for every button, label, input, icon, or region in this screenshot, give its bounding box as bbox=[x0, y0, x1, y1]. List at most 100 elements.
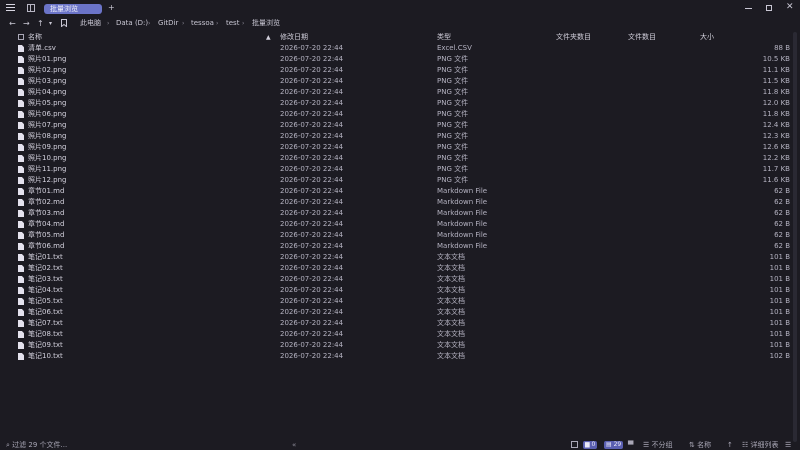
file-row[interactable]: 照片02.png 2026-07-20 22:44 PNG 文件 11.1 KB bbox=[0, 65, 790, 76]
add-tab-button[interactable]: + bbox=[108, 3, 115, 12]
breadcrumb-current-folder[interactable]: 批量浏览 bbox=[252, 17, 280, 30]
column-header-file-count[interactable]: 文件数目 bbox=[628, 32, 656, 43]
breadcrumb-tessoa[interactable]: tessoa bbox=[191, 17, 214, 30]
column-header-folder-count[interactable]: 文件夹数目 bbox=[556, 32, 591, 43]
back-arrow-icon[interactable]: ← bbox=[9, 17, 16, 30]
file-type: 文本文档 bbox=[437, 286, 465, 294]
file-row[interactable]: 章节04.md 2026-07-20 22:44 Markdown File 62 B bbox=[0, 219, 790, 230]
file-type: PNG 文件 bbox=[437, 55, 469, 63]
column-header-modified[interactable]: 修改日期 bbox=[280, 32, 308, 43]
close-button[interactable]: ✕ bbox=[786, 2, 794, 12]
file-row[interactable]: 照片03.png 2026-07-20 22:44 PNG 文件 11.5 KB bbox=[0, 76, 790, 87]
select-all-checkbox[interactable] bbox=[18, 34, 24, 40]
forward-arrow-icon[interactable]: → bbox=[23, 17, 30, 30]
file-row[interactable]: 笔记09.txt 2026-07-20 22:44 文本文档 101 B bbox=[0, 340, 790, 351]
columns-toggle-icon[interactable]: ▀ bbox=[628, 440, 633, 450]
file-row[interactable]: 笔记02.txt 2026-07-20 22:44 文本文档 101 B bbox=[0, 263, 790, 274]
file-icon bbox=[18, 265, 24, 272]
file-row[interactable]: 照片09.png 2026-07-20 22:44 PNG 文件 12.6 KB bbox=[0, 142, 790, 153]
file-modified-date: 2026-07-20 22:44 bbox=[280, 187, 344, 195]
settings-icon[interactable]: ☰ bbox=[785, 440, 791, 450]
file-row[interactable]: 笔记08.txt 2026-07-20 22:44 文本文档 101 B bbox=[0, 329, 790, 340]
file-modified-date: 2026-07-20 22:44 bbox=[280, 154, 344, 162]
file-row[interactable]: 清单.csv 2026-07-20 22:44 Excel.CSV 88 B bbox=[0, 43, 790, 54]
file-row[interactable]: 章节01.md 2026-07-20 22:44 Markdown File 62 B bbox=[0, 186, 790, 197]
scrollbar-thumb[interactable] bbox=[793, 32, 797, 442]
file-row[interactable]: 笔记01.txt 2026-07-20 22:44 文本文档 101 B bbox=[0, 252, 790, 263]
file-icon bbox=[18, 199, 24, 206]
sidebar-toggle-icon[interactable] bbox=[27, 4, 35, 12]
file-row[interactable]: 章节06.md 2026-07-20 22:44 Markdown File 62 B bbox=[0, 241, 790, 252]
file-name: 笔记05.txt bbox=[28, 297, 63, 305]
file-icon bbox=[18, 342, 24, 349]
file-row[interactable]: 照片08.png 2026-07-20 22:44 PNG 文件 12.3 KB bbox=[0, 131, 790, 142]
file-row[interactable]: 笔记03.txt 2026-07-20 22:44 文本文档 101 B bbox=[0, 274, 790, 285]
file-row[interactable]: 章节03.md 2026-07-20 22:44 Markdown File 62 B bbox=[0, 208, 790, 219]
file-row[interactable]: 照片11.png 2026-07-20 22:44 PNG 文件 11.7 KB bbox=[0, 164, 790, 175]
file-type: PNG 文件 bbox=[437, 66, 469, 74]
file-row[interactable]: 笔记04.txt 2026-07-20 22:44 文本文档 101 B bbox=[0, 285, 790, 296]
file-row[interactable]: 照片04.png 2026-07-20 22:44 PNG 文件 11.8 KB bbox=[0, 87, 790, 98]
file-icon bbox=[18, 254, 24, 261]
view-mode-selector[interactable]: ☷ 详细列表 bbox=[742, 440, 779, 450]
file-row[interactable]: 笔记06.txt 2026-07-20 22:44 文本文档 101 B bbox=[0, 307, 790, 318]
file-name: 笔记08.txt bbox=[28, 330, 63, 338]
file-row[interactable]: 章节05.md 2026-07-20 22:44 Markdown File 62 B bbox=[0, 230, 790, 241]
column-header-name[interactable]: 名称 bbox=[28, 32, 42, 43]
file-type: PNG 文件 bbox=[437, 99, 469, 107]
minimize-button[interactable] bbox=[745, 8, 752, 9]
file-modified-date: 2026-07-20 22:44 bbox=[280, 143, 344, 151]
file-type: PNG 文件 bbox=[437, 88, 469, 96]
file-size: 101 B bbox=[769, 253, 790, 261]
file-modified-date: 2026-07-20 22:44 bbox=[280, 352, 344, 360]
breadcrumb-this-pc[interactable]: 此电脑 bbox=[80, 17, 101, 30]
vertical-scrollbar[interactable] bbox=[792, 32, 798, 442]
filter-input[interactable]: ⌕ 过滤 29 个文件... bbox=[6, 440, 67, 450]
file-icon bbox=[18, 177, 24, 184]
file-modified-date: 2026-07-20 22:44 bbox=[280, 55, 344, 63]
column-header-size[interactable]: 大小 bbox=[700, 32, 714, 43]
expand-icon[interactable]: « bbox=[292, 440, 296, 450]
file-modified-date: 2026-07-20 22:44 bbox=[280, 88, 344, 96]
file-type: PNG 文件 bbox=[437, 121, 469, 129]
chevron-down-icon[interactable]: ▾ bbox=[49, 17, 52, 30]
sort-direction-icon[interactable]: ↑ bbox=[727, 440, 733, 450]
file-row[interactable]: 笔记05.txt 2026-07-20 22:44 文本文档 101 B bbox=[0, 296, 790, 307]
file-row[interactable]: 照片01.png 2026-07-20 22:44 PNG 文件 10.5 KB bbox=[0, 54, 790, 65]
file-row[interactable]: 照片07.png 2026-07-20 22:44 PNG 文件 12.4 KB bbox=[0, 120, 790, 131]
select-checkbox-icon[interactable] bbox=[571, 441, 578, 448]
file-name: 笔记03.txt bbox=[28, 275, 63, 283]
grouping-selector[interactable]: ☰ 不分组 bbox=[643, 440, 673, 450]
up-arrow-icon[interactable]: ↑ bbox=[37, 17, 44, 30]
file-icon bbox=[18, 166, 24, 173]
column-header-type[interactable]: 类型 bbox=[437, 32, 451, 43]
file-type: 文本文档 bbox=[437, 330, 465, 338]
tab-batch-browse[interactable]: 批量浏览 bbox=[44, 4, 102, 14]
menu-icon[interactable] bbox=[6, 4, 15, 12]
file-name: 照片03.png bbox=[28, 77, 67, 85]
file-row[interactable]: 照片12.png 2026-07-20 22:44 PNG 文件 11.6 KB bbox=[0, 175, 790, 186]
file-row[interactable]: 笔记10.txt 2026-07-20 22:44 文本文档 102 B bbox=[0, 351, 790, 362]
file-type: Markdown File bbox=[437, 231, 488, 239]
file-size: 11.8 KB bbox=[762, 88, 790, 96]
file-row[interactable]: 章节02.md 2026-07-20 22:44 Markdown File 62 B bbox=[0, 197, 790, 208]
folder-count-badge[interactable]: ▆ 0 bbox=[583, 441, 598, 449]
file-row[interactable]: 照片10.png 2026-07-20 22:44 PNG 文件 12.2 KB bbox=[0, 153, 790, 164]
maximize-button[interactable] bbox=[766, 5, 772, 11]
file-row[interactable]: 笔记07.txt 2026-07-20 22:44 文本文档 101 B bbox=[0, 318, 790, 329]
file-size: 101 B bbox=[769, 330, 790, 338]
file-row[interactable]: 照片05.png 2026-07-20 22:44 PNG 文件 12.0 KB bbox=[0, 98, 790, 109]
file-modified-date: 2026-07-20 22:44 bbox=[280, 165, 344, 173]
file-size: 11.1 KB bbox=[762, 66, 790, 74]
file-name: 照片05.png bbox=[28, 99, 67, 107]
breadcrumb-test[interactable]: test bbox=[226, 17, 239, 30]
file-icon bbox=[18, 353, 24, 360]
sort-selector[interactable]: ⇅ 名称 bbox=[689, 440, 711, 450]
breadcrumb-data-drive[interactable]: Data (D:) bbox=[116, 17, 148, 30]
file-size: 102 B bbox=[769, 352, 790, 360]
bookmark-icon[interactable] bbox=[61, 19, 67, 27]
file-name: 清单.csv bbox=[28, 44, 56, 52]
file-count-badge[interactable]: ▤ 29 bbox=[604, 441, 624, 449]
breadcrumb-gitdir[interactable]: GitDir bbox=[158, 17, 178, 30]
file-row[interactable]: 照片06.png 2026-07-20 22:44 PNG 文件 11.8 KB bbox=[0, 109, 790, 120]
